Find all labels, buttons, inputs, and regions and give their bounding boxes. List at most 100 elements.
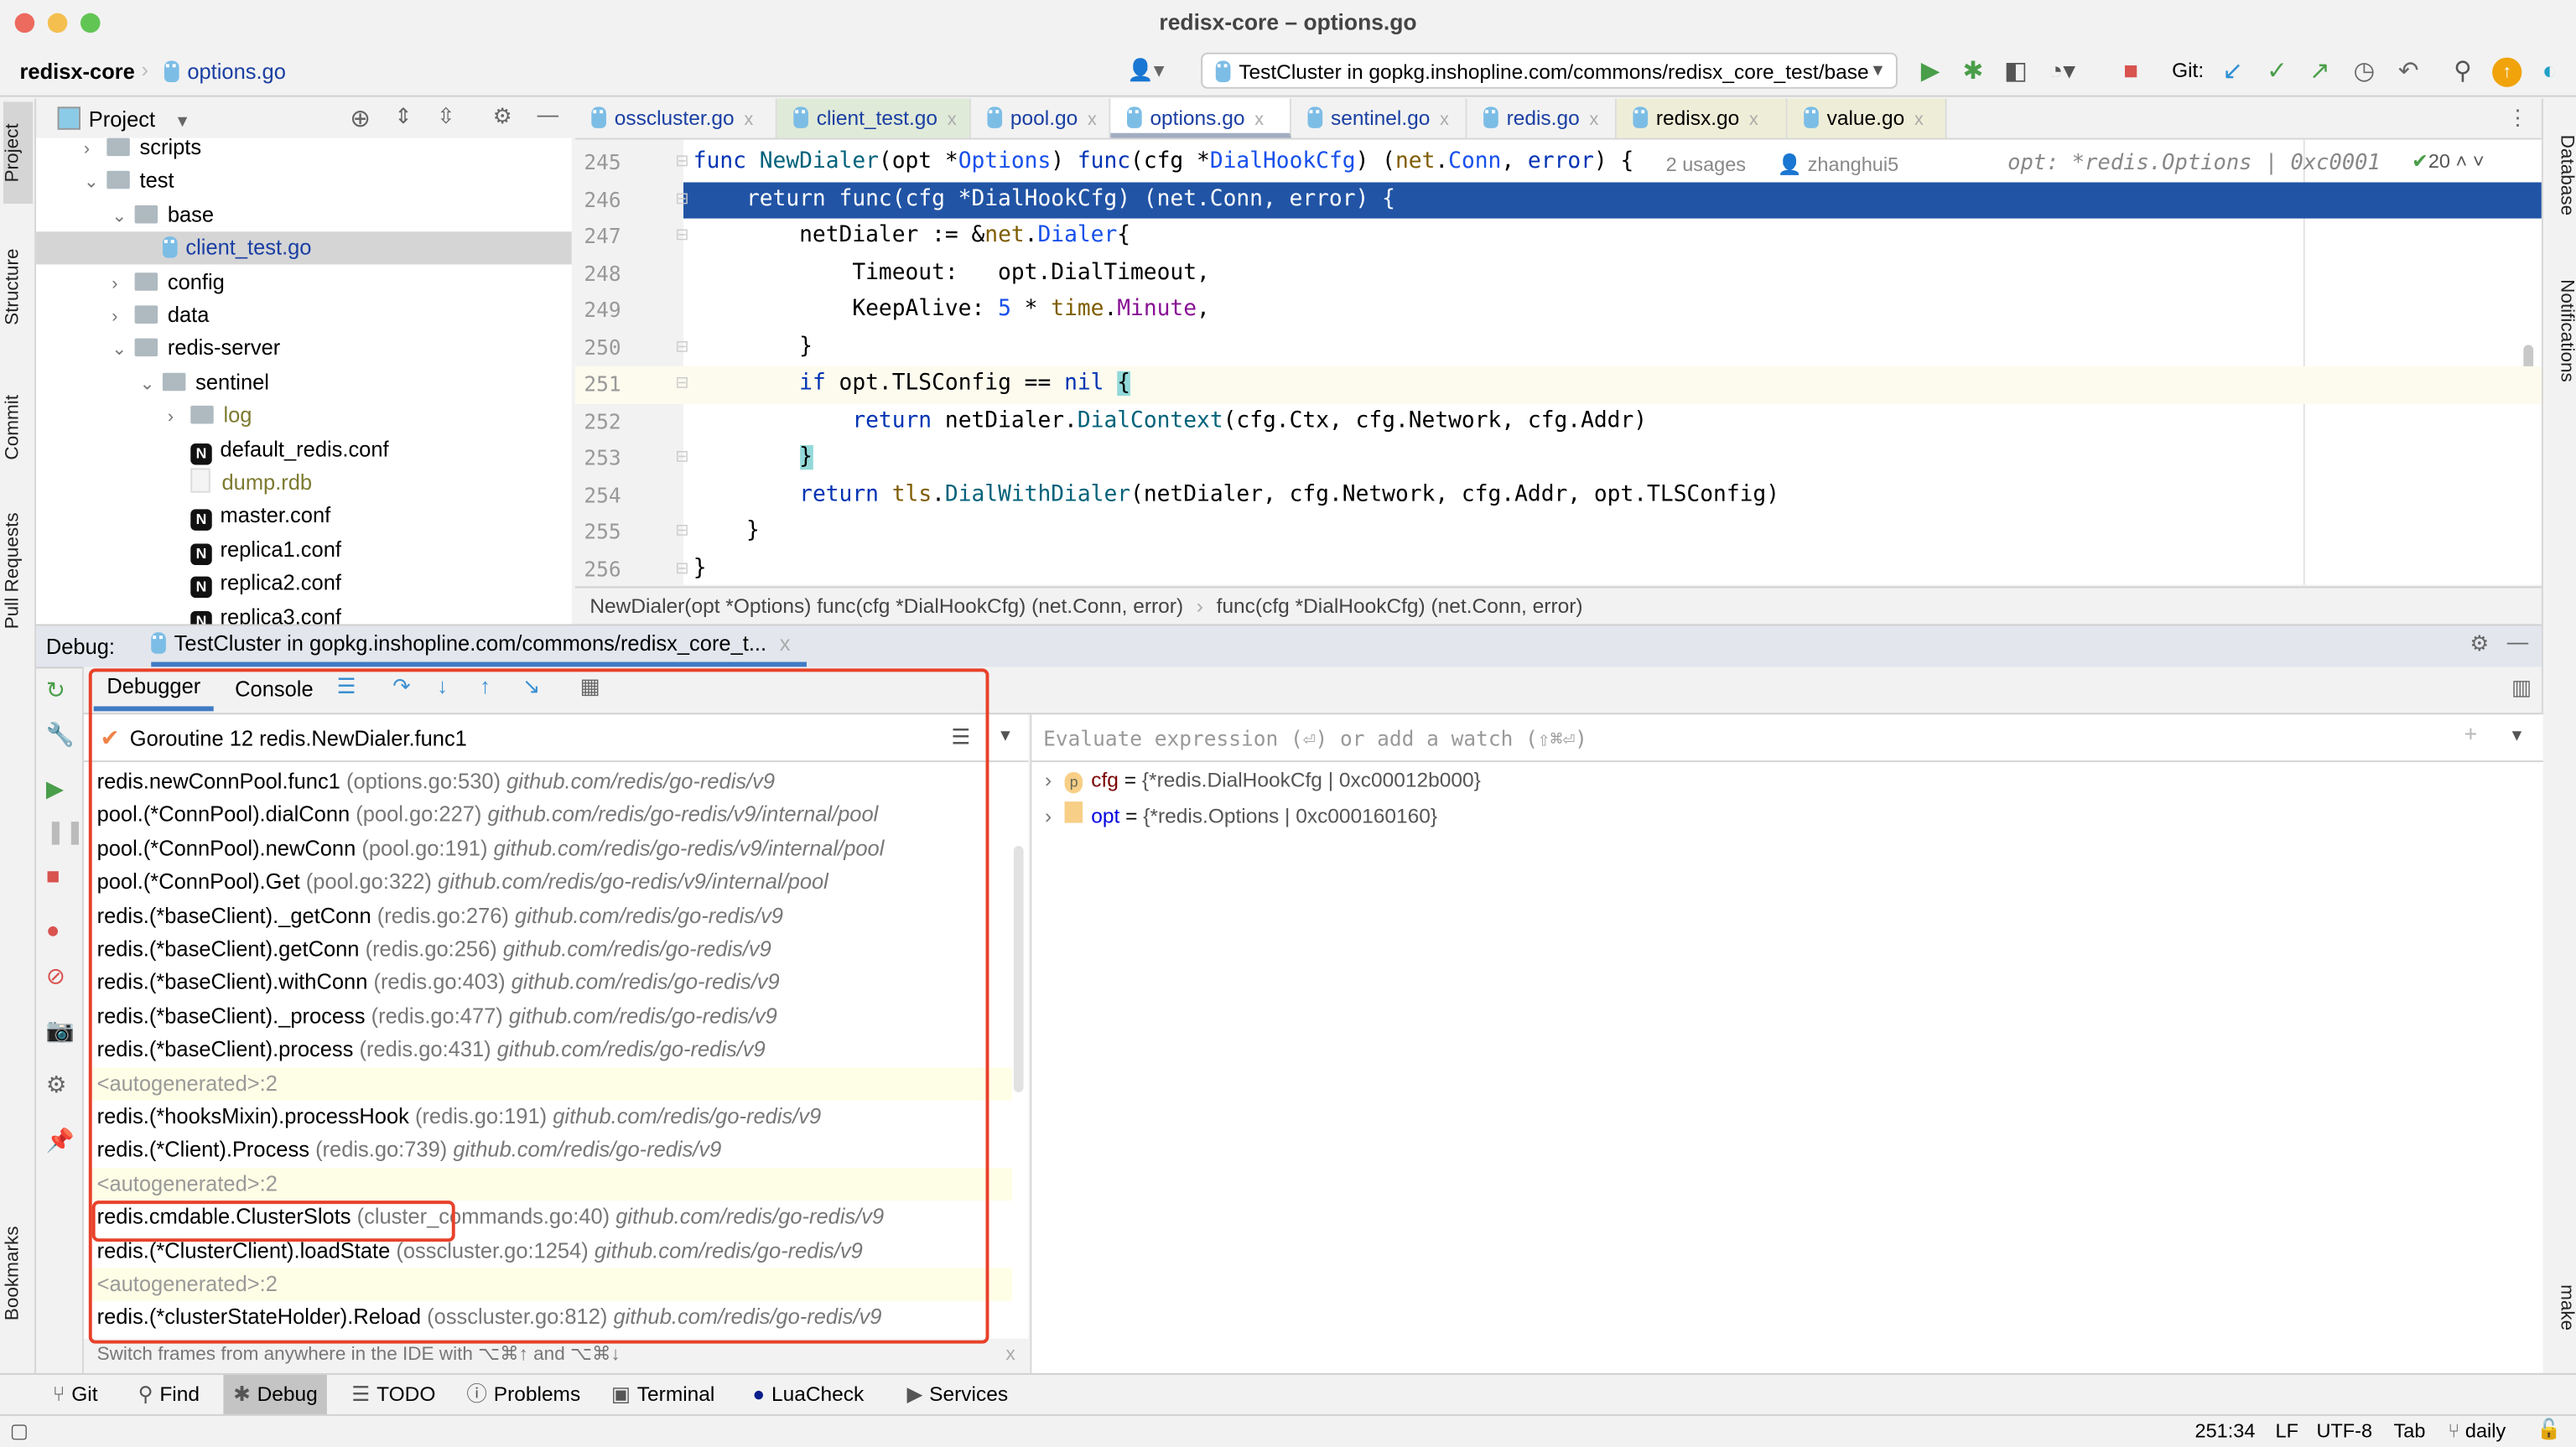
update-icon[interactable]: ↑ [2492, 57, 2522, 87]
breadcrumb-file[interactable]: options.go [164, 60, 286, 84]
tool-tab-pull-requests[interactable]: Pull Requests [3, 506, 33, 637]
add-watch-icon[interactable]: + [2464, 723, 2477, 747]
tree-item[interactable]: Ndefault_redis.conf [36, 433, 572, 465]
close-icon[interactable]: x [1006, 1339, 1015, 1373]
line-number[interactable]: 256 [582, 551, 621, 584]
tool-tab-structure[interactable]: Structure [3, 233, 33, 341]
fold-marker-icon[interactable]: ⊟ [675, 181, 688, 218]
chevron-right-icon[interactable]: › [168, 401, 190, 433]
gear-icon[interactable]: ⚙ [493, 103, 512, 129]
frames-scrollbar[interactable] [1013, 845, 1024, 1092]
git-push-icon[interactable]: ↗ [2305, 58, 2334, 87]
git-branch[interactable]: ⑂ daily [2448, 1419, 2506, 1442]
tool-tab-database[interactable]: Database [2547, 135, 2576, 234]
fold-marker-icon[interactable]: ⊟ [675, 144, 688, 181]
tool-tab-bookmarks[interactable]: Bookmarks [3, 1216, 33, 1330]
git-update-icon[interactable]: ↙ [2218, 58, 2247, 87]
chevron-down-icon[interactable]: ⌄ [112, 334, 134, 366]
tab-osscluster-go[interactable]: osscluster.go x [575, 98, 777, 138]
tool-button-services[interactable]: ▶ Services [897, 1375, 1018, 1414]
tool-button-find[interactable]: ⚲ Find [128, 1375, 210, 1414]
evaluate-expression-input[interactable]: Evaluate expression (⏎) or add a watch (… [1031, 714, 2543, 763]
tab-client_test-go[interactable]: client_test.go x [776, 98, 971, 138]
tool-tab-commit[interactable]: Commit [3, 378, 33, 477]
chevron-down-icon[interactable]: ⌄ [84, 167, 106, 200]
line-number[interactable]: 248 [582, 256, 621, 293]
chevron-down-icon[interactable]: ⌄ [140, 367, 163, 400]
line-number[interactable]: 253 [582, 440, 621, 477]
pin-icon[interactable]: 📌 [46, 1127, 75, 1154]
chevron-down-icon[interactable]: ▼ [2509, 728, 2525, 746]
tree-item[interactable]: ⌄ test [36, 165, 572, 198]
close-tab-icon[interactable]: x [1254, 110, 1264, 130]
line-number[interactable]: 254 [582, 477, 621, 514]
tool-button-luacheck[interactable]: ● LuaCheck [743, 1375, 874, 1414]
stop-icon[interactable]: ■ [2116, 58, 2145, 87]
fold-marker-icon[interactable]: ⊟ [675, 551, 688, 584]
chevron-down-icon[interactable]: ⌄ [112, 200, 134, 233]
tab-sentinel-go[interactable]: sentinel.go x [1291, 98, 1467, 138]
debug-session-tab[interactable]: TestCluster in gopkg.inshopline.com/comm… [151, 625, 808, 667]
pause-icon[interactable]: ❚❚ [46, 818, 85, 846]
tree-item[interactable]: › data [36, 299, 572, 332]
collapse-all-icon[interactable]: ⇳ [437, 103, 454, 129]
profile-icon[interactable]: ◔▾ [2047, 58, 2076, 87]
close-tab-icon[interactable]: x [948, 110, 957, 130]
coverage-icon[interactable]: ◧ [2001, 58, 2030, 87]
rerun-icon[interactable]: ↻ [46, 677, 65, 704]
chevron-right-icon[interactable]: › [1045, 769, 1052, 791]
line-number[interactable]: 252 [582, 403, 621, 440]
tool-tab-notifications[interactable]: Notifications [2547, 279, 2576, 427]
tree-item[interactable]: client_test.go [36, 231, 572, 265]
tab-redisx-go[interactable]: redisx.go x [1616, 98, 1788, 138]
tool-button-git[interactable]: ⑂ Git [43, 1375, 107, 1414]
tab-value-go[interactable]: value.go x [1787, 98, 1947, 138]
tab-pool-go[interactable]: pool.go x [971, 98, 1111, 138]
gear-icon[interactable]: ⚙ [2470, 630, 2489, 656]
crumb-item[interactable]: NewDialer(opt *Options) func(cfg *DialHo… [589, 594, 1183, 617]
tool-button-todo[interactable]: ☰ TODO [342, 1375, 446, 1414]
file-encoding[interactable]: UTF-8 [2316, 1419, 2372, 1442]
fold-marker-icon[interactable]: ⊟ [675, 514, 688, 551]
tree-item[interactable]: ⌄ base [36, 199, 572, 231]
tool-button-terminal[interactable]: ▣ Terminal [601, 1375, 724, 1414]
cursor-position[interactable]: 251:34 [2194, 1419, 2255, 1442]
hide-icon[interactable]: — [538, 101, 558, 126]
fold-marker-icon[interactable]: ⊟ [675, 329, 688, 366]
run-icon[interactable]: ▶ [1915, 58, 1945, 87]
lock-icon[interactable]: 🔓 [2537, 1418, 2561, 1440]
line-number[interactable]: 251 [582, 366, 621, 403]
breadcrumb-project[interactable]: redisx-core [20, 60, 135, 84]
locate-icon[interactable]: ⊕ [350, 103, 371, 132]
variable-row[interactable]: › p cfg = {*redis.DialHookCfg | 0xc00012b0… [1045, 769, 1481, 794]
close-tab-icon[interactable]: x [1589, 110, 1598, 130]
search-icon[interactable]: ⚲ [2448, 58, 2477, 87]
line-number[interactable]: 246 [582, 181, 621, 218]
crumb-item[interactable]: func(cfg *DialHookCfg) (net.Conn, error) [1217, 594, 1583, 617]
user-icon[interactable]: 👤▾ [1127, 58, 1165, 84]
chevron-right-icon[interactable]: › [112, 301, 134, 334]
close-icon[interactable]: x [780, 630, 791, 655]
close-tab-icon[interactable]: x [1088, 110, 1097, 130]
stop-icon[interactable]: ■ [46, 863, 60, 889]
close-tab-icon[interactable]: x [1440, 110, 1449, 130]
close-tab-icon[interactable]: x [744, 110, 753, 130]
close-tab-icon[interactable]: x [1749, 110, 1758, 130]
line-number[interactable]: 249 [582, 293, 621, 329]
line-number[interactable]: 250 [582, 329, 621, 366]
view-breakpoints-icon[interactable]: ● [46, 916, 60, 942]
line-number[interactable]: 247 [582, 219, 621, 256]
more-tabs-icon[interactable]: ⋮ [2507, 105, 2528, 131]
mute-breakpoints-icon[interactable]: ⊘ [46, 962, 65, 990]
gear-icon[interactable]: ⚙ [46, 1071, 67, 1098]
line-number[interactable]: 255 [582, 514, 621, 551]
tree-item[interactable]: › scripts [36, 137, 572, 164]
code-editor[interactable]: 2 usages 👤 zhanghui5 opt: *redis.Options… [574, 139, 2542, 585]
project-view-select[interactable]: Project ▼ [89, 106, 190, 131]
tree-item[interactable]: Nreplica2.conf [36, 567, 572, 599]
git-commit-icon[interactable]: ✓ [2262, 58, 2292, 87]
rollback-icon[interactable]: ↶ [2394, 58, 2423, 87]
close-tab-icon[interactable]: x [1914, 110, 1924, 130]
line-number[interactable]: 245 [582, 144, 621, 181]
layout-settings-icon[interactable]: ▥ [2511, 675, 2532, 701]
